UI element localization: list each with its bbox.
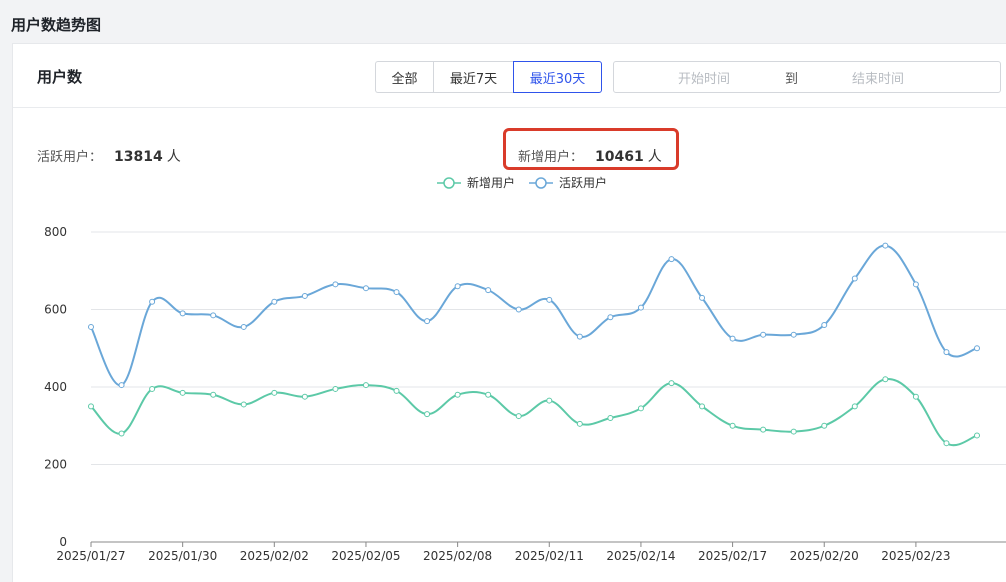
data-point — [88, 403, 94, 410]
data-point — [179, 310, 186, 317]
data-point — [668, 380, 675, 387]
y-tick-label: 400 — [44, 380, 67, 394]
data-point — [362, 285, 369, 292]
series-line-new-users — [90, 378, 978, 447]
x-tick-label: 2025/02/17 — [698, 549, 767, 563]
data-point — [118, 430, 125, 437]
data-point — [851, 403, 858, 410]
page-title: 用户数趋势图 — [11, 16, 102, 34]
x-tick-label: 2025/02/23 — [881, 549, 950, 563]
data-point — [546, 296, 553, 303]
data-point — [515, 413, 522, 420]
x-tick-label: 2025/02/11 — [515, 549, 584, 563]
data-point — [118, 382, 125, 389]
x-tick-label: 2025/02/05 — [331, 549, 400, 563]
data-point — [637, 405, 644, 412]
user-count-card: 用户数 全部 最近7天 最近30天 开始时间 到 结束时间 活跃用户： 1381… — [12, 43, 1006, 582]
x-tick-label: 2025/02/20 — [790, 549, 859, 563]
data-point — [790, 331, 797, 338]
user-trend-chart: 0 200 400 600 800 2025/01/27 2025/01/30 2025/02… — [44, 175, 1006, 563]
x-tick-label: 2025/01/27 — [56, 549, 125, 563]
data-point — [149, 298, 156, 305]
data-point — [851, 275, 858, 282]
data-point — [699, 294, 706, 301]
data-point — [210, 312, 217, 319]
data-point — [576, 333, 583, 340]
data-point — [912, 281, 919, 288]
data-point — [607, 415, 614, 421]
data-point — [393, 387, 400, 394]
data-point — [454, 283, 461, 290]
data-point — [454, 391, 461, 398]
data-point — [240, 323, 247, 330]
legend-label: 活跃用户 — [559, 175, 607, 190]
data-point — [607, 314, 614, 321]
y-tick-label: 0 — [59, 535, 67, 549]
data-point — [179, 389, 186, 396]
data-point — [912, 393, 919, 400]
data-point — [821, 422, 828, 429]
data-point — [424, 411, 431, 418]
data-point — [332, 281, 339, 288]
y-tick-label: 600 — [44, 303, 67, 317]
series-line-active-users — [90, 244, 978, 387]
data-point — [149, 385, 156, 392]
legend-marker — [443, 177, 455, 189]
data-point — [210, 391, 217, 398]
data-point — [485, 391, 492, 398]
data-point — [271, 298, 278, 305]
data-point — [301, 292, 308, 299]
data-point — [729, 422, 736, 429]
data-point — [515, 306, 522, 313]
data-point — [301, 393, 308, 400]
y-tick-label: 200 — [44, 458, 67, 472]
data-point — [699, 403, 706, 410]
data-point — [362, 382, 369, 389]
data-point — [393, 289, 400, 296]
data-point — [882, 376, 889, 383]
data-point — [943, 440, 950, 447]
data-point — [668, 256, 675, 263]
data-point — [790, 428, 797, 435]
data-point — [332, 385, 339, 392]
data-point — [485, 287, 492, 294]
data-point — [729, 335, 736, 342]
data-point — [637, 304, 644, 311]
data-point — [271, 389, 278, 396]
data-point — [974, 345, 980, 352]
data-point — [974, 432, 980, 439]
data-point — [943, 349, 950, 356]
data-point — [424, 318, 431, 325]
y-tick-label: 800 — [44, 225, 67, 239]
data-point — [88, 323, 94, 330]
data-point — [546, 397, 553, 404]
x-tick-label: 2025/02/08 — [423, 549, 492, 563]
x-tick-label: 2025/02/02 — [240, 549, 309, 563]
x-tick-label: 2025/01/30 — [148, 549, 217, 563]
x-tick-label: 2025/02/14 — [606, 549, 675, 563]
data-point — [882, 242, 889, 249]
data-point — [821, 322, 828, 328]
data-point — [576, 420, 583, 427]
data-point — [240, 401, 247, 408]
legend-label: 新增用户 — [467, 175, 515, 190]
data-point — [760, 331, 767, 338]
legend-marker — [535, 177, 547, 189]
data-point — [760, 426, 767, 433]
